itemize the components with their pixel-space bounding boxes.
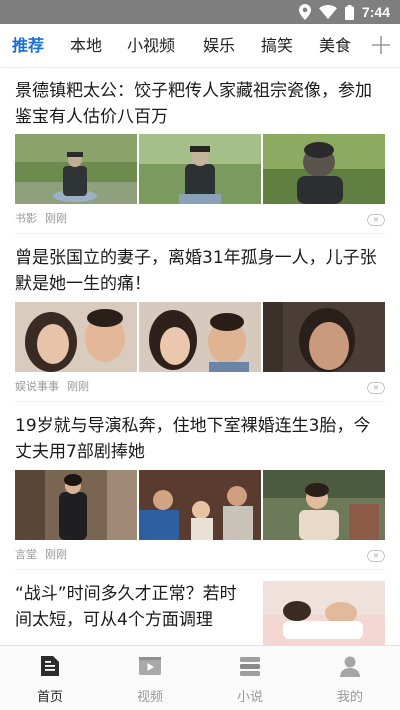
nav-novel[interactable]: 小说 — [200, 646, 300, 710]
article-title[interactable]: 景德镇粑太公：饺子粑传人家藏祖宗瓷像，参加鉴宝有人估价八百万 — [15, 78, 383, 130]
ancestor-statue-photo[interactable] — [139, 134, 261, 204]
add-channel-button[interactable] — [370, 34, 392, 56]
divider — [15, 569, 385, 570]
tab-short-video[interactable]: 小视频 — [127, 36, 175, 56]
bottom-navigation: 首页 视频 小说 我的 — [0, 645, 400, 710]
close-icon: × — [372, 383, 380, 392]
location-icon — [298, 4, 311, 20]
article-meta: 言堂 刚刚 — [15, 548, 75, 562]
family-with-baby-photo[interactable] — [139, 470, 261, 540]
nav-home[interactable]: 首页 — [0, 646, 100, 710]
tab-local[interactable]: 本地 — [70, 36, 102, 56]
nav-profile-label: 我的 — [336, 690, 363, 705]
article-source: 娱说事事 — [15, 380, 59, 393]
news-feed: 景德镇粑太公：饺子粑传人家藏祖宗瓷像，参加鉴宝有人估价八百万 书影 刚刚 × 曾… — [0, 69, 400, 645]
tab-entertainment[interactable]: 娱乐 — [203, 36, 235, 56]
article-title[interactable]: 19岁就与导演私奔，住地下室裸婚连生3胎，今丈夫用7部剧捧她 — [15, 413, 383, 465]
home-document-icon — [38, 654, 62, 678]
nav-video-label: 视频 — [136, 690, 163, 705]
ancestor-statue-closeup-photo[interactable] — [263, 134, 385, 204]
video-play-icon — [138, 654, 162, 678]
user-profile-icon — [338, 654, 362, 678]
plus-icon — [370, 36, 392, 60]
nav-novel-label: 小说 — [236, 690, 263, 705]
battery-icon — [344, 4, 354, 20]
article-meta: 书影 刚刚 — [15, 212, 75, 226]
actress-street-photo[interactable] — [15, 470, 137, 540]
status-time: 7:44 — [361, 4, 390, 20]
close-icon: × — [372, 215, 380, 224]
dismiss-button[interactable]: × — [367, 550, 385, 562]
article-images[interactable] — [15, 470, 385, 540]
ancestor-statue-photo[interactable] — [15, 134, 137, 204]
dismiss-button[interactable]: × — [367, 382, 385, 394]
actress-closeup-photo[interactable] — [263, 302, 385, 372]
article-title[interactable]: “战斗”时间多久才正常？若时间太短，可从4个方面调理 — [15, 581, 247, 633]
close-icon: × — [372, 551, 380, 560]
article-title[interactable]: 曾是张国立的妻子，离婚31年孤身一人，儿子张默是她一生的痛！ — [15, 245, 383, 297]
article-source: 书影 — [15, 212, 37, 225]
tab-recommend[interactable]: 推荐 — [12, 36, 44, 56]
wifi-icon — [318, 5, 337, 19]
couple-in-bed-photo[interactable] — [263, 581, 385, 645]
nav-home-label: 首页 — [36, 690, 63, 705]
novel-book-icon — [238, 654, 262, 678]
article-images[interactable] — [15, 134, 385, 204]
nav-profile[interactable]: 我的 — [300, 646, 400, 710]
dismiss-button[interactable]: × — [367, 214, 385, 226]
tab-food[interactable]: 美食 — [319, 36, 351, 56]
article-images[interactable] — [15, 302, 385, 372]
divider — [15, 233, 385, 234]
article-time: 刚刚 — [67, 380, 89, 393]
tab-funny[interactable]: 搞笑 — [261, 36, 293, 56]
divider — [15, 401, 385, 402]
article-time: 刚刚 — [45, 548, 67, 561]
article-meta: 娱说事事 刚刚 — [15, 380, 97, 394]
family-portrait-photo[interactable] — [139, 302, 261, 372]
channel-tabs: 推荐 本地 小视频 娱乐 搞笑 美食 — [0, 24, 400, 68]
drama-scene-photo[interactable] — [263, 470, 385, 540]
status-bar: 7:44 — [0, 0, 400, 24]
article-source: 言堂 — [15, 548, 37, 561]
family-portrait-photo[interactable] — [15, 302, 137, 372]
article-time: 刚刚 — [45, 212, 67, 225]
nav-video[interactable]: 视频 — [100, 646, 200, 710]
